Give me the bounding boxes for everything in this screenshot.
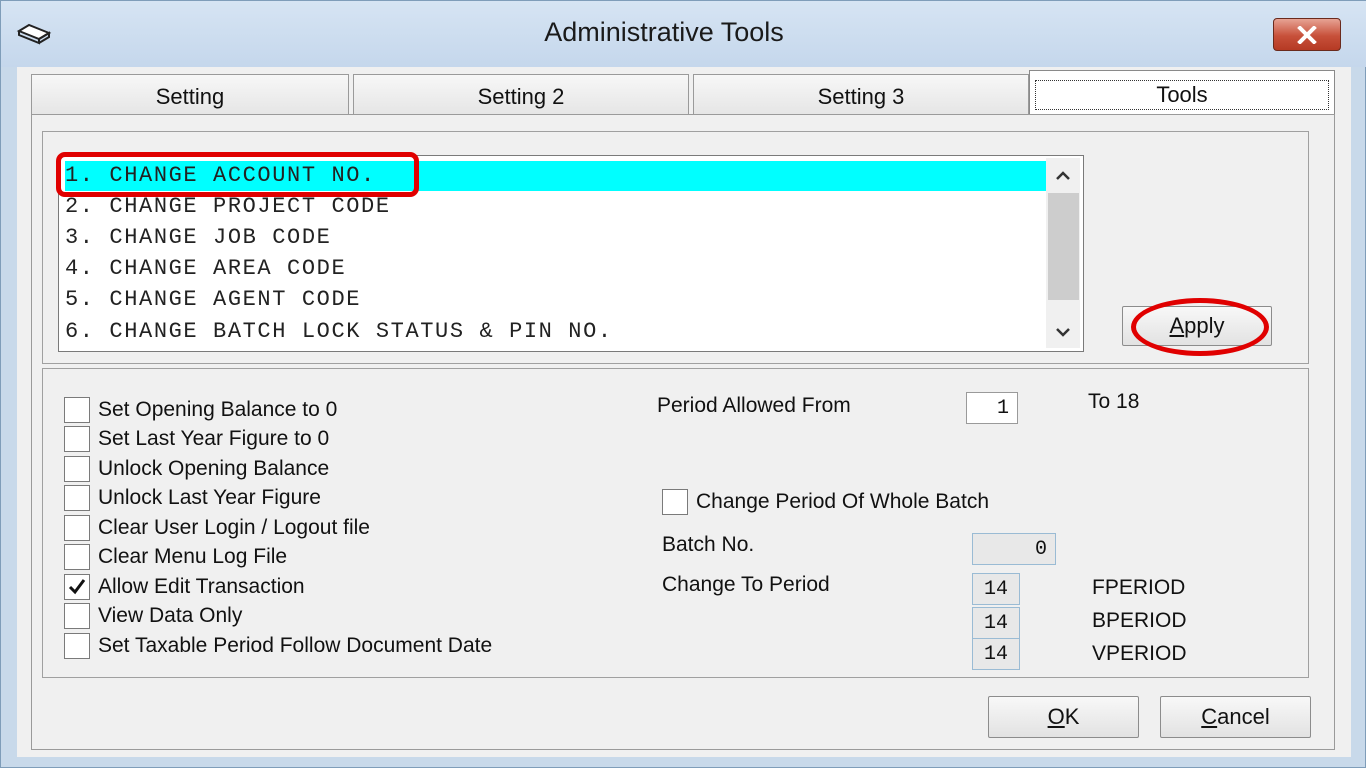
checkbox-label: Change Period Of Whole Batch — [696, 490, 989, 513]
batch-no-label: Batch No. — [662, 533, 755, 556]
checkbox[interactable] — [64, 515, 90, 541]
checkbox-label: Unlock Last Year Figure — [98, 486, 321, 509]
tab-tools[interactable]: Tools — [1029, 70, 1335, 118]
list-item[interactable]: 6. CHANGE BATCH LOCK STATUS & PIN NO. — [65, 317, 613, 347]
ok-label: K — [1064, 704, 1080, 729]
cancel-label: ancel — [1217, 704, 1270, 729]
vperiod-label: VPERIOD — [1092, 642, 1187, 665]
option-clear-menu-log-file[interactable]: Clear Menu Log File — [64, 543, 287, 571]
option-clear-user-login-file[interactable]: Clear User Login / Logout file — [64, 514, 370, 542]
window-title: Administrative Tools — [544, 17, 784, 47]
checkbox[interactable] — [64, 456, 90, 482]
option-set-opening-balance[interactable]: Set Opening Balance to 0 — [64, 396, 337, 424]
tab-setting[interactable]: Setting — [31, 74, 349, 118]
ok-button[interactable]: OK — [988, 696, 1139, 738]
option-view-data-only[interactable]: View Data Only — [64, 602, 242, 630]
close-icon — [1297, 25, 1317, 44]
cancel-button[interactable]: Cancel — [1160, 696, 1311, 738]
checkbox-label: Clear User Login / Logout file — [98, 516, 370, 539]
checkbox-label: View Data Only — [98, 604, 243, 627]
batch-no-field[interactable]: 0 — [972, 533, 1056, 565]
checkbox-checked[interactable] — [64, 574, 90, 600]
checkmark-icon — [68, 579, 86, 595]
fperiod-field[interactable]: 14 — [972, 573, 1020, 605]
scroll-thumb[interactable] — [1048, 193, 1079, 300]
tab-label: Setting — [155, 83, 225, 109]
checkbox-label: Set Opening Balance to 0 — [98, 398, 338, 421]
period-allowed-from-label: Period Allowed From — [657, 394, 851, 417]
tab-setting-2[interactable]: Setting 2 — [353, 74, 689, 118]
cancel-mnemonic: C — [1201, 704, 1218, 729]
checkbox[interactable] — [64, 603, 90, 629]
checkbox[interactable] — [64, 426, 90, 452]
vperiod-field[interactable]: 14 — [972, 638, 1020, 670]
option-set-last-year-figure[interactable]: Set Last Year Figure to 0 — [64, 425, 329, 453]
checkbox[interactable] — [64, 397, 90, 423]
title-bar[interactable]: Administrative Tools — [1, 1, 1366, 67]
checkbox[interactable] — [64, 544, 90, 570]
bperiod-field[interactable]: 14 — [972, 607, 1020, 639]
tab-label: Tools — [1035, 79, 1329, 110]
bperiod-label: BPERIOD — [1092, 609, 1187, 632]
option-unlock-last-year-figure[interactable]: Unlock Last Year Figure — [64, 484, 321, 512]
tab-label: Setting 2 — [477, 83, 565, 109]
scroll-up-button[interactable] — [1046, 160, 1080, 192]
tab-setting-3[interactable]: Setting 3 — [693, 74, 1029, 118]
close-button[interactable] — [1273, 18, 1341, 51]
period-to-label: To 18 — [1088, 390, 1140, 413]
tab-label: Setting 3 — [817, 83, 905, 109]
checkbox-label: Unlock Opening Balance — [98, 457, 330, 480]
checkbox-label: Set Last Year Figure to 0 — [98, 427, 330, 450]
checkbox[interactable] — [662, 489, 688, 515]
checkbox[interactable] — [64, 485, 90, 511]
option-unlock-opening-balance[interactable]: Unlock Opening Balance — [64, 455, 329, 483]
option-change-period-whole-batch[interactable]: Change Period Of Whole Batch — [662, 488, 989, 516]
list-item[interactable]: 5. CHANGE AGENT CODE — [65, 285, 361, 315]
list-item[interactable]: 4. CHANGE AREA CODE — [65, 254, 346, 284]
scroll-down-button[interactable] — [1046, 316, 1080, 348]
checkbox-label: Allow Edit Transaction — [98, 575, 305, 598]
checkbox[interactable] — [64, 633, 90, 659]
chevron-down-icon — [1056, 328, 1070, 337]
checkbox-label: Clear Menu Log File — [98, 545, 288, 568]
annotation-highlight-box — [56, 152, 419, 197]
fperiod-label: FPERIOD — [1092, 576, 1186, 599]
change-to-period-label: Change To Period — [662, 573, 830, 596]
option-allow-edit-transaction[interactable]: Allow Edit Transaction — [64, 573, 305, 601]
option-set-taxable-period[interactable]: Set Taxable Period Follow Document Date — [64, 632, 492, 660]
checkbox-label: Set Taxable Period Follow Document Date — [98, 634, 493, 657]
period-allowed-from-field[interactable]: 1 — [966, 392, 1018, 424]
list-item[interactable]: 3. CHANGE JOB CODE — [65, 223, 331, 253]
annotation-circle — [1131, 298, 1269, 356]
chevron-up-icon — [1056, 171, 1070, 180]
ok-mnemonic: O — [1047, 704, 1065, 729]
